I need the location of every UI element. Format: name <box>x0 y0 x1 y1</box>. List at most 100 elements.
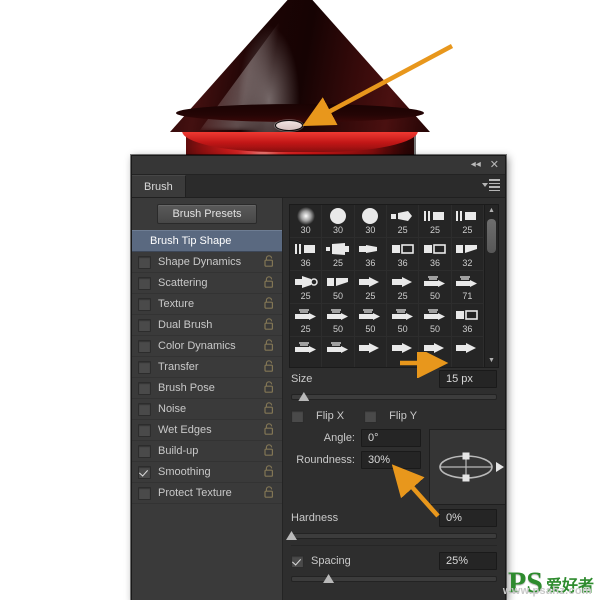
sidebar-item-build-up[interactable]: Build-up <box>132 441 282 462</box>
flip-y-checkbox[interactable] <box>364 409 378 423</box>
sidebar-item-brush-pose[interactable]: Brush Pose <box>132 378 282 399</box>
spacing-input[interactable]: 25% <box>439 552 497 570</box>
scrollbar-track[interactable] <box>485 217 498 355</box>
brush-preset-cell[interactable]: 25 <box>290 304 323 337</box>
brush-preset-cell[interactable]: 36 <box>419 238 452 271</box>
sidebar-item-shape-dynamics[interactable]: Shape Dynamics <box>132 252 282 273</box>
roundness-input[interactable]: 30% <box>361 451 421 469</box>
brush-preset-cell[interactable]: 25 <box>290 271 323 304</box>
brush-size-number: 36 <box>365 258 376 268</box>
brush-preset-cell[interactable]: 71 <box>451 271 484 304</box>
brush-presets-button[interactable]: Brush Presets <box>157 204 257 224</box>
brush-grid-scrollbar[interactable]: ▲ ▼ <box>484 205 498 367</box>
angle-input[interactable]: 0° <box>361 429 421 447</box>
airbrush-icon <box>390 306 416 324</box>
brush-preset-grid[interactable]: 30 30 30 25 25 25 36 25 36 36 36 32 25 50 25 25 50 71 25 50… <box>290 205 484 367</box>
lock-icon[interactable] <box>264 464 274 480</box>
scroll-up-icon[interactable]: ▲ <box>488 205 495 217</box>
flip-x-checkbox[interactable] <box>291 409 304 423</box>
lock-icon[interactable] <box>264 275 274 291</box>
spacing-checkbox[interactable] <box>291 554 304 568</box>
brush-size-number: 50 <box>397 324 408 334</box>
sidebar-item-scattering[interactable]: Scattering <box>132 273 282 294</box>
sidebar-item-smoothing[interactable]: Smoothing <box>132 462 282 483</box>
lock-icon[interactable] <box>264 422 274 438</box>
lock-icon[interactable] <box>264 254 274 270</box>
lock-icon[interactable] <box>264 296 274 312</box>
lock-icon[interactable] <box>264 317 274 333</box>
brush-preset-cell[interactable]: 30 <box>354 205 387 238</box>
scroll-down-icon[interactable]: ▼ <box>488 355 495 367</box>
brush-preset-cell[interactable] <box>419 337 452 367</box>
flip-x-checkbox-group[interactable]: Flip X <box>291 409 344 423</box>
brush-preset-cell[interactable]: 50 <box>322 271 355 304</box>
hardness-input[interactable]: 0% <box>439 509 497 527</box>
sidebar-item-noise[interactable]: Noise <box>132 399 282 420</box>
option-checkbox[interactable] <box>138 339 151 353</box>
brush-preset-cell[interactable]: 25 <box>322 238 355 271</box>
lock-icon[interactable] <box>264 443 274 459</box>
brush-tip-preview[interactable] <box>429 429 505 505</box>
brush-preset-cell[interactable]: 36 <box>290 238 323 271</box>
brush-preset-cell[interactable]: 36 <box>451 304 484 337</box>
flip-y-checkbox-group[interactable]: Flip Y <box>364 409 417 423</box>
lock-icon[interactable] <box>264 359 274 375</box>
collapse-to-icons-icon[interactable]: ◂◂ <box>471 160 481 170</box>
option-checkbox[interactable] <box>138 381 151 395</box>
tab-brush[interactable]: Brush <box>132 175 186 197</box>
lock-icon[interactable] <box>264 485 274 501</box>
sidebar-item-wet-edges[interactable]: Wet Edges <box>132 420 282 441</box>
brush-preset-cell[interactable]: 30 <box>290 205 323 238</box>
hardness-slider[interactable] <box>286 530 497 541</box>
panel-menu-icon[interactable] <box>482 179 500 191</box>
brush-size-number: 50 <box>332 291 343 301</box>
brush-size-number: 32 <box>462 258 473 268</box>
brush-preset-cell[interactable]: 25 <box>354 271 387 304</box>
scrollbar-thumb[interactable] <box>487 219 496 253</box>
brush-preset-cell[interactable] <box>355 337 387 367</box>
option-checkbox[interactable] <box>138 318 151 332</box>
close-icon[interactable]: ✕ <box>490 159 499 171</box>
option-checkbox[interactable] <box>138 402 151 416</box>
brush-preset-cell[interactable] <box>452 337 484 367</box>
option-checkbox[interactable] <box>138 465 151 479</box>
brush-preset-cell[interactable]: 50 <box>322 304 355 337</box>
brush-preset-cell[interactable]: 25 <box>419 205 452 238</box>
brush-preset-cell[interactable]: 50 <box>419 304 452 337</box>
sidebar-item-dual-brush[interactable]: Dual Brush <box>132 315 282 336</box>
option-checkbox[interactable] <box>138 297 151 311</box>
brush-preset-cell[interactable]: 50 <box>419 271 452 304</box>
brush-preset-cell[interactable]: 36 <box>386 238 420 271</box>
flat-point-icon <box>454 339 480 357</box>
brush-preset-cell[interactable]: 32 <box>451 238 484 271</box>
sidebar-item-texture[interactable]: Texture <box>132 294 282 315</box>
option-checkbox[interactable] <box>138 360 151 374</box>
brush-preset-cell[interactable]: 25 <box>451 205 484 238</box>
soft-round-icon <box>295 207 317 225</box>
option-checkbox[interactable] <box>138 444 151 458</box>
sidebar-item-brush-tip-shape[interactable]: Brush Tip Shape <box>132 230 282 252</box>
brush-preset-cell[interactable] <box>290 337 323 367</box>
brush-preset-cell[interactable]: 36 <box>354 238 387 271</box>
spacing-slider[interactable] <box>291 573 497 584</box>
brush-preset-cell[interactable] <box>387 337 420 367</box>
lock-icon[interactable] <box>264 401 274 417</box>
brush-preset-cell[interactable]: 30 <box>322 205 355 238</box>
sidebar-item-color-dynamics[interactable]: Color Dynamics <box>132 336 282 357</box>
option-checkbox[interactable] <box>138 486 151 500</box>
option-checkbox[interactable] <box>138 255 151 269</box>
flat-point-icon <box>390 339 416 357</box>
brush-preset-cell[interactable]: 50 <box>354 304 387 337</box>
option-checkbox[interactable] <box>138 276 151 290</box>
sidebar-item-protect-texture[interactable]: Protect Texture <box>132 483 282 504</box>
brush-preset-cell[interactable]: 25 <box>386 205 420 238</box>
size-slider[interactable] <box>291 391 497 402</box>
brush-preset-cell[interactable]: 25 <box>386 271 420 304</box>
option-checkbox[interactable] <box>138 423 151 437</box>
lock-icon[interactable] <box>264 338 274 354</box>
lock-icon[interactable] <box>264 380 274 396</box>
size-input[interactable]: 15 px <box>439 370 497 388</box>
brush-preset-cell[interactable] <box>322 337 355 367</box>
sidebar-item-transfer[interactable]: Transfer <box>132 357 282 378</box>
brush-preset-cell[interactable]: 50 <box>386 304 420 337</box>
